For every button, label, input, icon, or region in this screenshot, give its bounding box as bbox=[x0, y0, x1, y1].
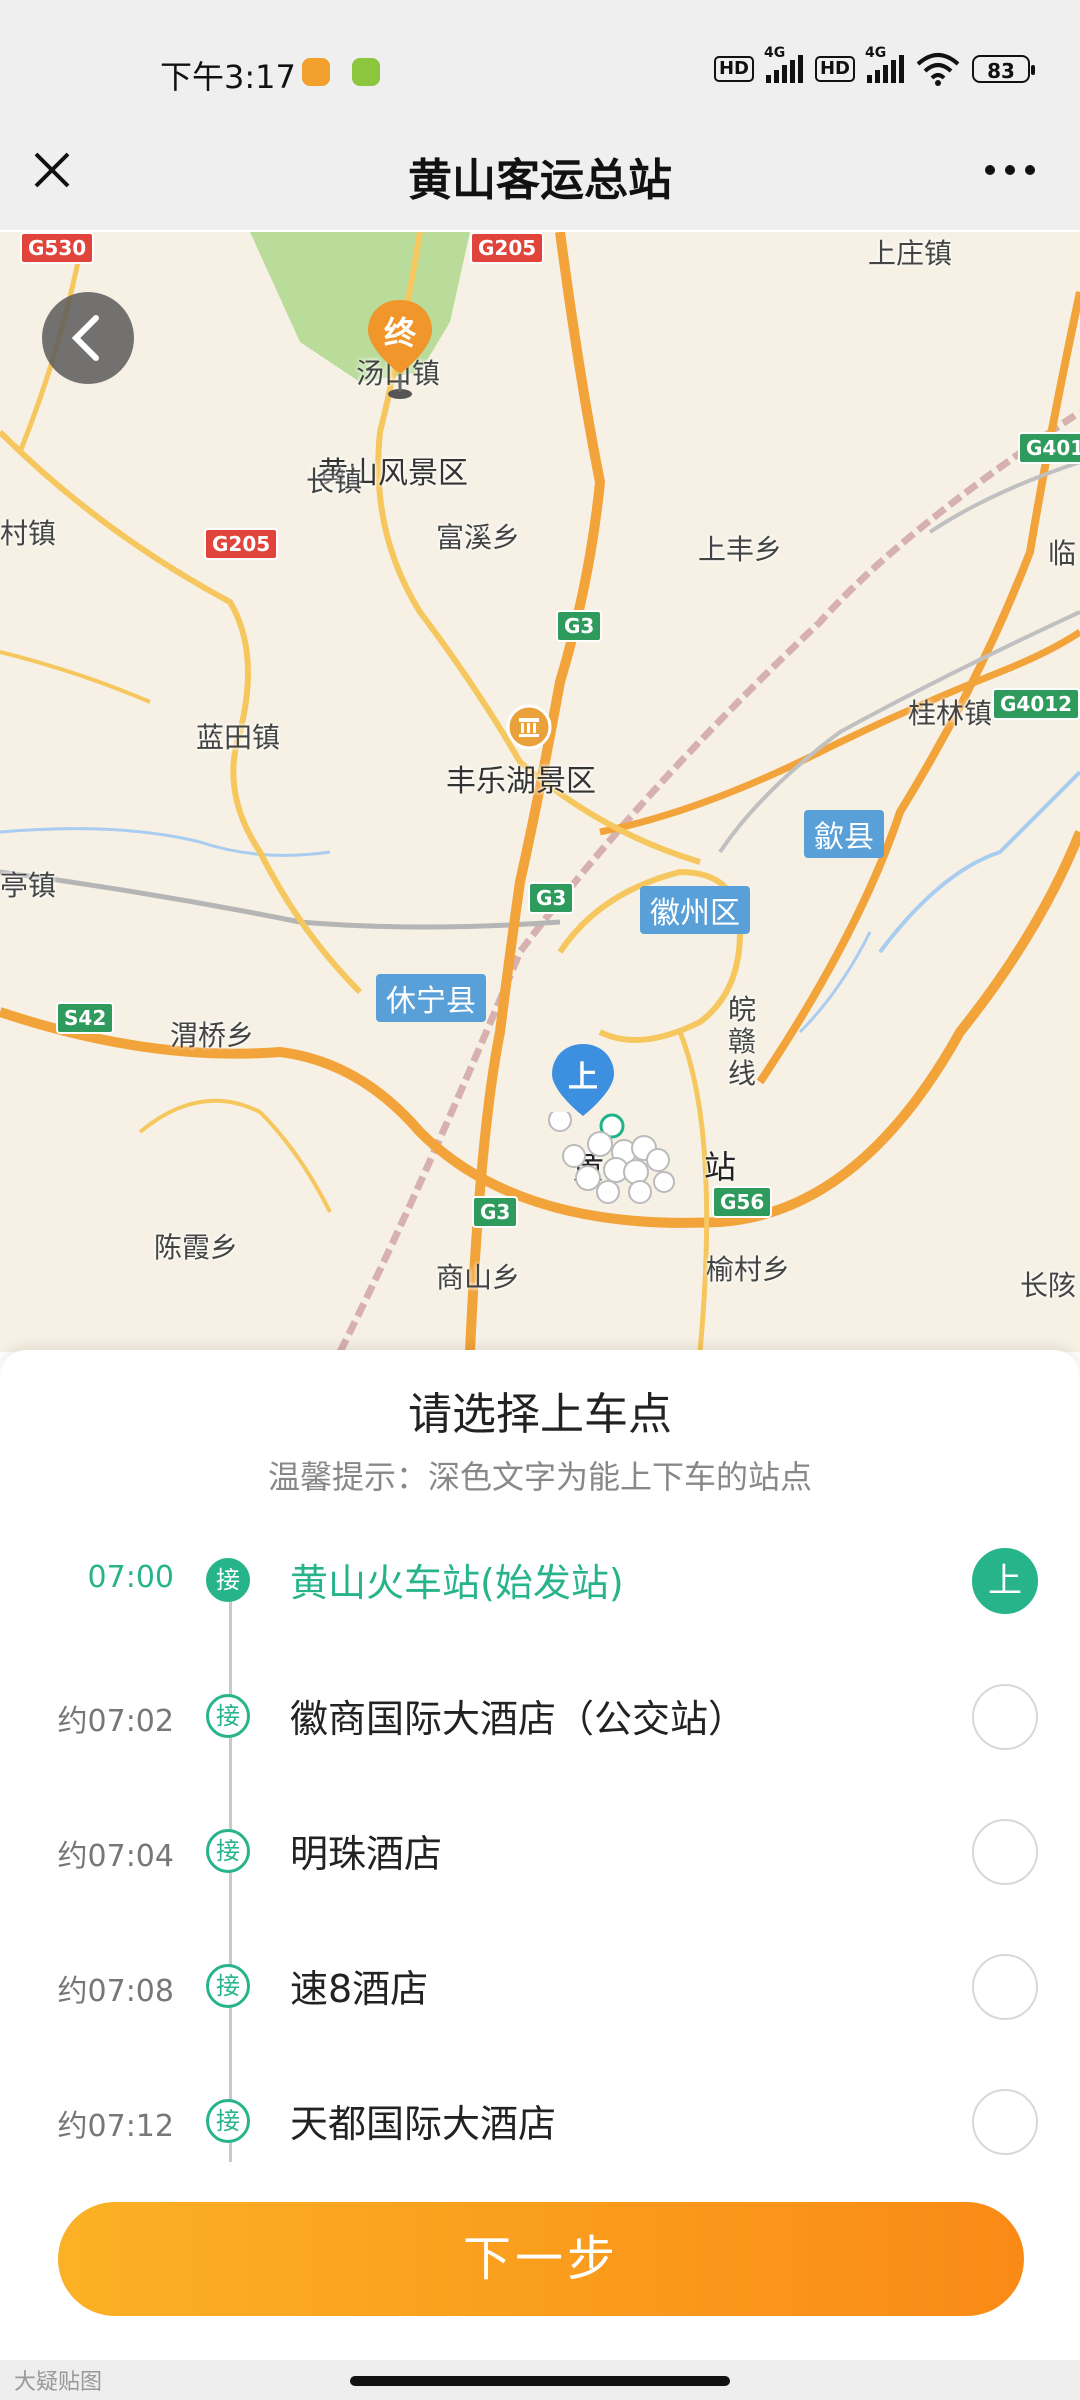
stop-row[interactable]: 约07:08 接 速8酒店 bbox=[0, 1940, 1080, 2040]
pickup-badge: 接 bbox=[206, 1694, 250, 1738]
stop-name: 黄山火车站(始发站) bbox=[290, 1561, 624, 1605]
start-marker-label: 上 bbox=[568, 1060, 598, 1095]
place-label: 丰乐湖景区 bbox=[446, 764, 596, 799]
page-title: 黄山客运总站 bbox=[408, 155, 672, 206]
road-badge: S42 bbox=[56, 1002, 115, 1034]
place-label: 上庄镇 bbox=[868, 237, 953, 270]
place-label: 陈霞乡 bbox=[154, 1231, 239, 1264]
pickup-badge: 接 bbox=[206, 1829, 250, 1873]
more-icon[interactable] bbox=[980, 150, 1040, 190]
road-badge: G56 bbox=[712, 1186, 773, 1218]
place-label: 商山乡 bbox=[436, 1261, 521, 1294]
place-label: 上丰乡 bbox=[698, 533, 783, 566]
pickup-badge: 接 bbox=[206, 1558, 250, 1602]
stop-radio-selected[interactable]: 上 bbox=[972, 1548, 1038, 1614]
stop-cluster bbox=[548, 1112, 675, 1204]
road-badge: G4012 bbox=[992, 688, 1080, 720]
end-marker-label: 终 bbox=[383, 314, 416, 352]
home-indicator[interactable] bbox=[350, 2376, 730, 2386]
stop-radio[interactable] bbox=[972, 1684, 1038, 1750]
wifi-icon bbox=[916, 53, 960, 86]
battery-icon: 83 bbox=[972, 55, 1035, 83]
road-badge: G205 bbox=[204, 528, 279, 560]
place-label: 蓝田镇 bbox=[196, 721, 281, 754]
stop-radio[interactable] bbox=[972, 1954, 1038, 2020]
place-label: 亭镇 bbox=[0, 869, 57, 902]
place-label: 富溪乡 bbox=[436, 521, 521, 554]
stop-time: 约07:02 bbox=[57, 1704, 174, 1739]
stop-time: 07:00 bbox=[87, 1560, 174, 1595]
network-type-label: 4G bbox=[763, 45, 786, 61]
place-label: 渭桥乡 bbox=[170, 1019, 255, 1052]
hd-badge: HD bbox=[713, 56, 754, 82]
place-label: 桂林镇 bbox=[908, 697, 993, 730]
map-back-button[interactable] bbox=[42, 292, 134, 384]
nav-bar: 黄山客运总站 bbox=[0, 110, 1080, 230]
stop-name: 明珠酒店 bbox=[290, 1832, 443, 1876]
signal-icon: 4G bbox=[764, 45, 803, 83]
district-tag: 歙县 bbox=[804, 810, 884, 858]
network-type-label: 4G bbox=[865, 45, 887, 61]
end-marker[interactable]: 终 bbox=[364, 296, 436, 404]
stop-row[interactable]: 约07:04 接 明珠酒店 bbox=[0, 1805, 1080, 1905]
stop-row[interactable]: 07:00 接 黄山火车站(始发站) 上 bbox=[0, 1534, 1080, 1634]
road-badge: G3 bbox=[556, 610, 603, 642]
stop-name: 天都国际大酒店 bbox=[290, 2102, 557, 2146]
stop-name: 徽商国际大酒店（公交站） bbox=[290, 1697, 747, 1741]
stop-time: 约07:12 bbox=[57, 2109, 174, 2144]
place-label: 临 bbox=[1048, 537, 1077, 570]
stop-row[interactable]: 约07:02 接 徽商国际大酒店（公交站） bbox=[0, 1670, 1080, 1770]
district-tag: 休宁县 bbox=[376, 974, 486, 1022]
sheet-title: 请选择上车点 bbox=[408, 1389, 672, 1440]
sheet-hint: 温馨提示：深色文字为能上下车的站点 bbox=[267, 1458, 812, 1496]
status-time: 下午3:17 bbox=[160, 58, 296, 96]
watermark: 大疑贴图 bbox=[14, 2370, 103, 2395]
place-label: 榆村乡 bbox=[706, 1253, 791, 1286]
stop-time: 约07:04 bbox=[57, 1839, 174, 1874]
place-label: 线 bbox=[728, 1057, 757, 1090]
stop-row[interactable]: 约07:12 接 天都国际大酒店 bbox=[0, 2075, 1080, 2175]
place-label: 长镇 bbox=[306, 465, 363, 498]
road-badge: G205 bbox=[470, 232, 545, 264]
place-label: 村镇 bbox=[0, 517, 57, 550]
signal-icon: 4G bbox=[865, 45, 904, 83]
road-badge: G530 bbox=[20, 232, 95, 264]
district-tag: 徽州区 bbox=[640, 886, 750, 934]
status-indicators: HD 4G HD 4G 83 bbox=[713, 45, 1035, 86]
android-icon bbox=[352, 58, 380, 86]
chevron-left-icon bbox=[71, 315, 99, 361]
stop-name: 速8酒店 bbox=[290, 1967, 429, 2011]
next-step-button[interactable]: 下一步 bbox=[58, 2202, 1024, 2316]
hd-badge: HD bbox=[814, 56, 855, 82]
stop-radio[interactable] bbox=[972, 2089, 1038, 2155]
museum-icon bbox=[506, 704, 552, 750]
pickup-badge: 接 bbox=[206, 2099, 250, 2143]
road-badge: G401 bbox=[1018, 432, 1080, 464]
pickup-badge: 接 bbox=[206, 1964, 250, 2008]
notification-app-icon bbox=[302, 58, 330, 86]
road-badge: G3 bbox=[472, 1196, 519, 1228]
place-label: 长陔 bbox=[1020, 1269, 1077, 1302]
route-map[interactable]: 上庄镇 汤口镇 黄山风景区 长镇 村镇 富溪乡 上丰乡 临 桂林镇 蓝田镇 丰乐… bbox=[0, 232, 1080, 1352]
stop-time: 约07:08 bbox=[57, 1974, 174, 2009]
gesture-bar: 大疑贴图 bbox=[0, 2360, 1080, 2400]
stop-radio[interactable] bbox=[972, 1819, 1038, 1885]
road-badge: G3 bbox=[528, 882, 575, 914]
